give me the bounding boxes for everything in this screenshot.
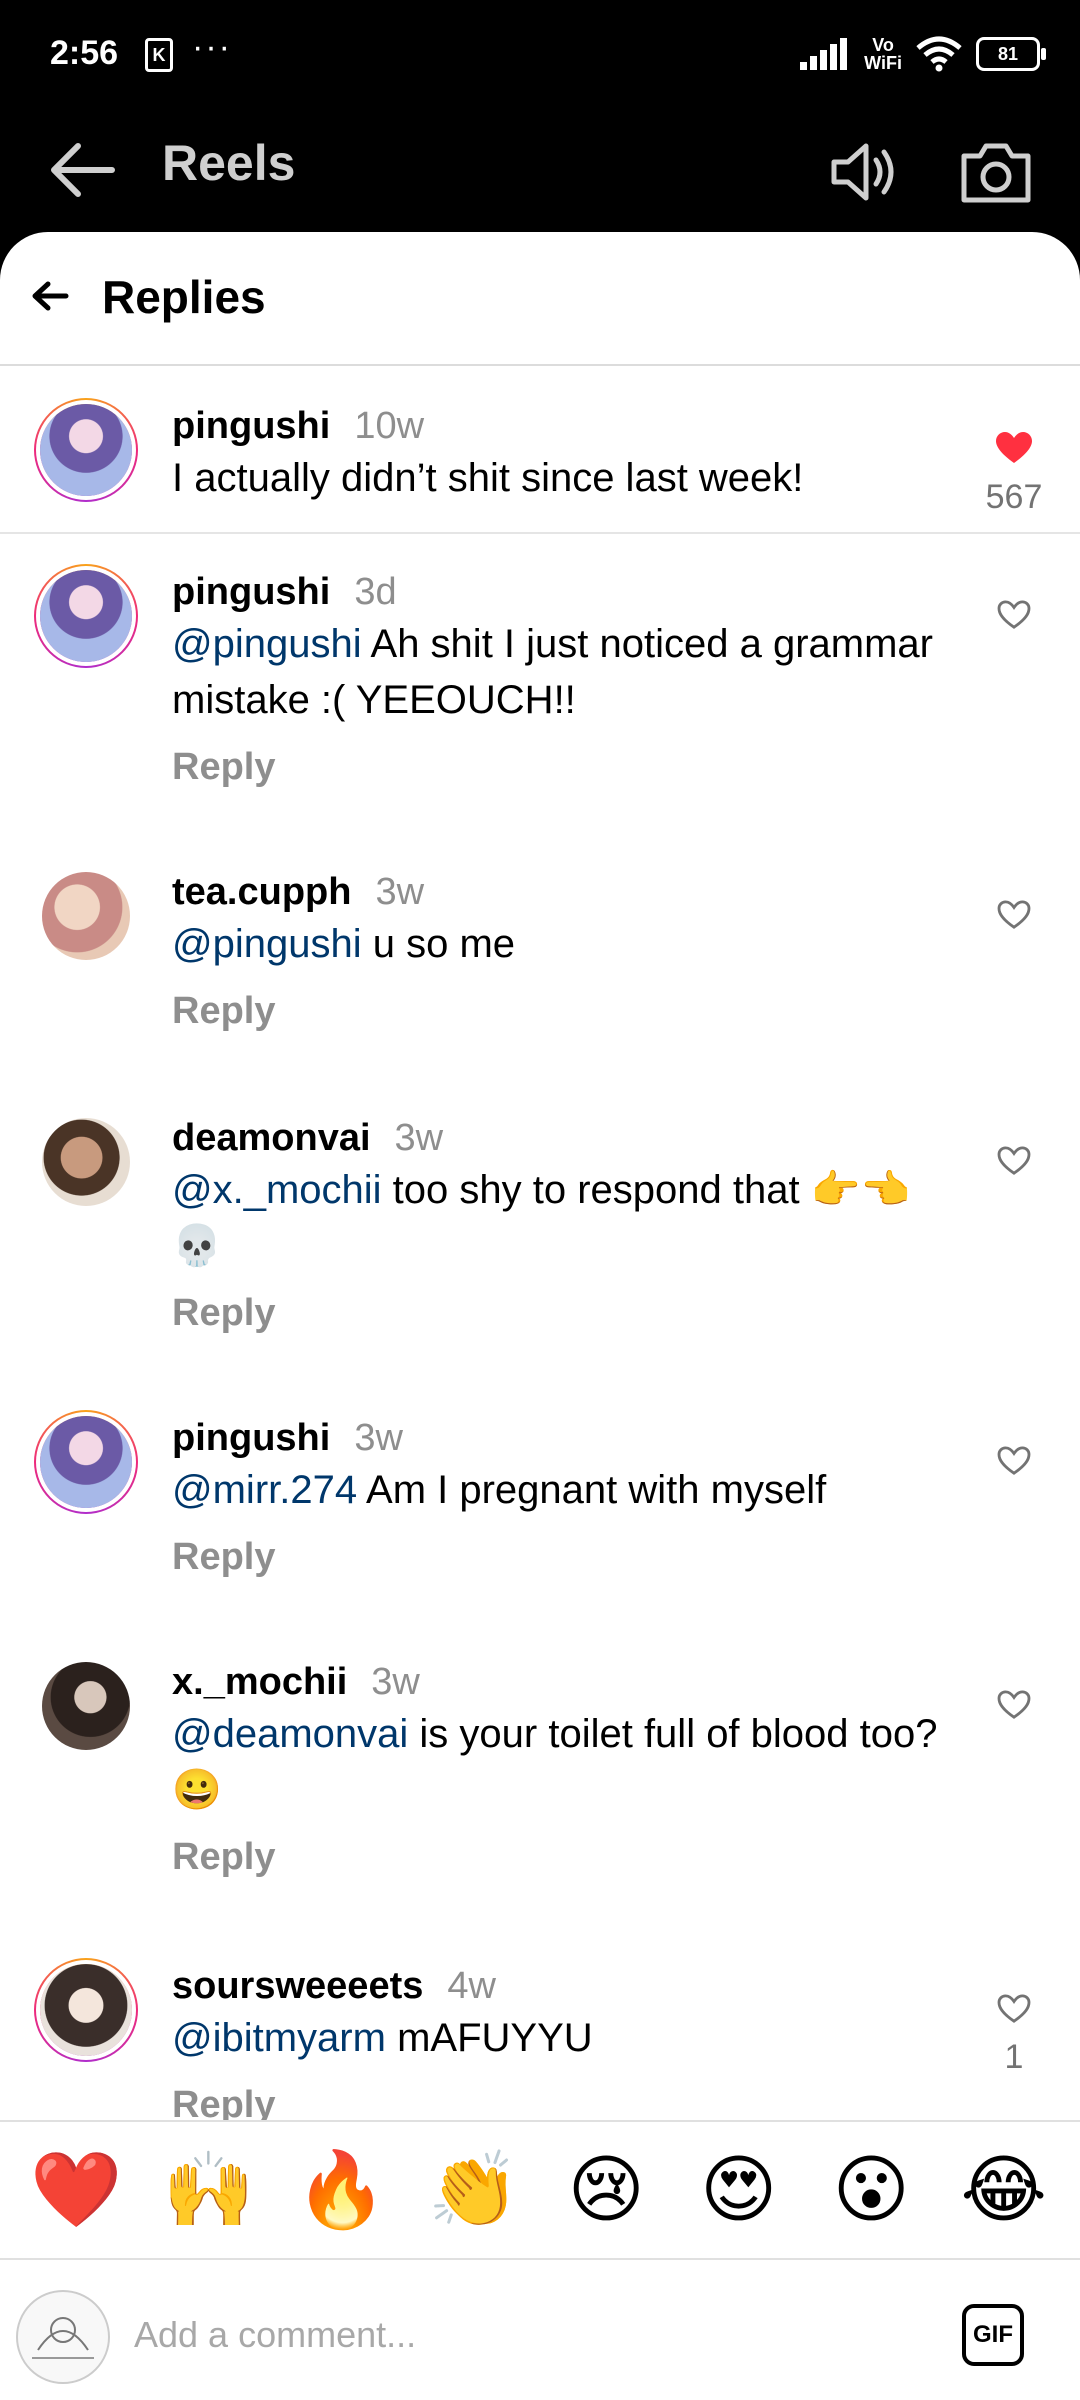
like-count: 567	[985, 478, 1043, 516]
my-avatar	[16, 2290, 110, 2384]
comment-time: 3w	[394, 1117, 444, 1159]
comment-username[interactable]: deamonvai	[172, 1117, 371, 1159]
reels-header: Reels	[0, 110, 1080, 230]
avatar[interactable]	[34, 398, 138, 502]
reply-button[interactable]: Reply	[172, 1536, 952, 1579]
heart-outline-icon	[997, 600, 1031, 629]
mention-link[interactable]: @deamonvai	[172, 1712, 408, 1756]
parent-comment: pingushi 10w I actually didn’t shit since…	[0, 366, 1080, 534]
comment-username[interactable]: pingushi	[172, 1417, 330, 1459]
notification-k-icon: K	[145, 38, 173, 72]
reply-button[interactable]: Reply	[172, 1292, 952, 1335]
gif-button[interactable]: GIF	[962, 2304, 1024, 2366]
comment-username[interactable]: pingushi	[172, 571, 330, 613]
heart-outline-icon	[997, 1146, 1031, 1175]
signal-icon	[800, 38, 848, 70]
like-button[interactable]	[984, 1690, 1044, 1720]
comment-time: 3w	[371, 1661, 420, 1703]
like-button[interactable]: 1	[984, 1994, 1044, 2077]
mention-link[interactable]: @mirr.274	[172, 1468, 357, 1512]
vowifi-label: Vo WiFi	[864, 35, 902, 73]
comment-username[interactable]: pingushi	[172, 405, 330, 447]
camera-icon[interactable]	[958, 136, 1034, 208]
replies-title: Replies	[102, 271, 266, 323]
status-time: 2:56	[50, 34, 119, 72]
sketch-avatar-icon	[32, 2317, 94, 2359]
like-button[interactable]	[984, 1146, 1044, 1176]
status-icons: Vo WiFi 81	[800, 32, 1046, 76]
emoji-heart-button[interactable]: ❤️	[20, 2145, 132, 2235]
like-button[interactable]	[984, 600, 1044, 630]
avatar[interactable]	[34, 1654, 138, 1758]
like-button[interactable]: 567	[984, 432, 1044, 517]
emoji-raised-hands-button[interactable]: 🙌	[153, 2145, 265, 2235]
like-count: 1	[1004, 2038, 1024, 2076]
heart-outline-icon	[997, 1690, 1031, 1719]
battery-icon: 81	[976, 37, 1046, 71]
comment-time: 3d	[354, 571, 397, 613]
comment-time: 4w	[447, 1965, 496, 2007]
status-bar: 2:56 K ··· Vo WiFi 81	[0, 0, 1080, 110]
avatar[interactable]	[34, 1958, 138, 2062]
emoji-heart-eyes-button[interactable]: 😍	[683, 2145, 795, 2235]
heart-outline-icon	[997, 1446, 1031, 1475]
more-notifications-icon: ···	[192, 28, 232, 66]
comment-time: 3w	[354, 1417, 403, 1459]
comment-text: I actually didn’t shit since last week!	[172, 456, 804, 500]
comment-username[interactable]: soursweeeets	[172, 1965, 423, 2007]
mention-link[interactable]: @ibitmyarm	[172, 2016, 386, 2060]
avatar[interactable]	[34, 564, 138, 668]
reply-button[interactable]: Reply	[172, 746, 952, 789]
speaker-icon[interactable]	[828, 136, 900, 208]
comment-text: Am I pregnant with myself	[357, 1468, 827, 1512]
reply-button[interactable]: Reply	[172, 990, 952, 1033]
replies-header: Replies	[0, 232, 1080, 366]
comment-input-bar: GIF	[0, 2262, 1080, 2400]
back-arrow-icon[interactable]	[48, 138, 118, 202]
comment-username[interactable]: tea.cupph	[172, 871, 351, 913]
avatar[interactable]	[34, 1110, 138, 1214]
heart-outline-icon	[997, 1994, 1031, 2023]
comment-time: 3w	[375, 871, 425, 913]
emoji-fire-button[interactable]: 🔥	[285, 2145, 397, 2235]
avatar[interactable]	[34, 864, 138, 968]
replies-back-icon[interactable]	[30, 276, 70, 316]
reels-title: Reels	[162, 135, 296, 191]
mention-link[interactable]: @pingushi	[172, 622, 362, 666]
comment-text: u so me	[361, 922, 516, 966]
mention-link[interactable]: @x._mochii	[172, 1168, 382, 1212]
reply-button[interactable]: Reply	[172, 2084, 952, 2120]
emoji-quick-bar: ❤️ 🙌 🔥 👏 😢 😍 😮 😂	[0, 2120, 1080, 2260]
emoji-sad-button[interactable]: 😢	[550, 2145, 662, 2235]
mention-link[interactable]: @pingushi	[172, 922, 362, 966]
emoji-clap-button[interactable]: 👏	[418, 2145, 530, 2235]
heart-outline-icon	[997, 900, 1031, 929]
reply-button[interactable]: Reply	[172, 1836, 952, 1879]
like-button[interactable]	[984, 1446, 1044, 1476]
heart-filled-icon	[996, 432, 1032, 463]
replies-sheet: Replies pingushi 10w I actually didn’t sh…	[0, 232, 1080, 2400]
comment-text: mAFUYYU	[385, 2016, 593, 2060]
emoji-surprised-button[interactable]: 😮	[815, 2145, 927, 2235]
comment-time: 10w	[354, 405, 425, 447]
emoji-laughing-button[interactable]: 😂	[948, 2145, 1060, 2235]
comment-list[interactable]: pingushi 10w I actually didn’t shit since…	[0, 366, 1080, 2120]
comment-input[interactable]	[132, 2304, 916, 2366]
like-button[interactable]	[984, 900, 1044, 930]
comment-username[interactable]: x._mochii	[172, 1661, 347, 1703]
avatar[interactable]	[34, 1410, 138, 1514]
wifi-icon	[916, 36, 962, 72]
